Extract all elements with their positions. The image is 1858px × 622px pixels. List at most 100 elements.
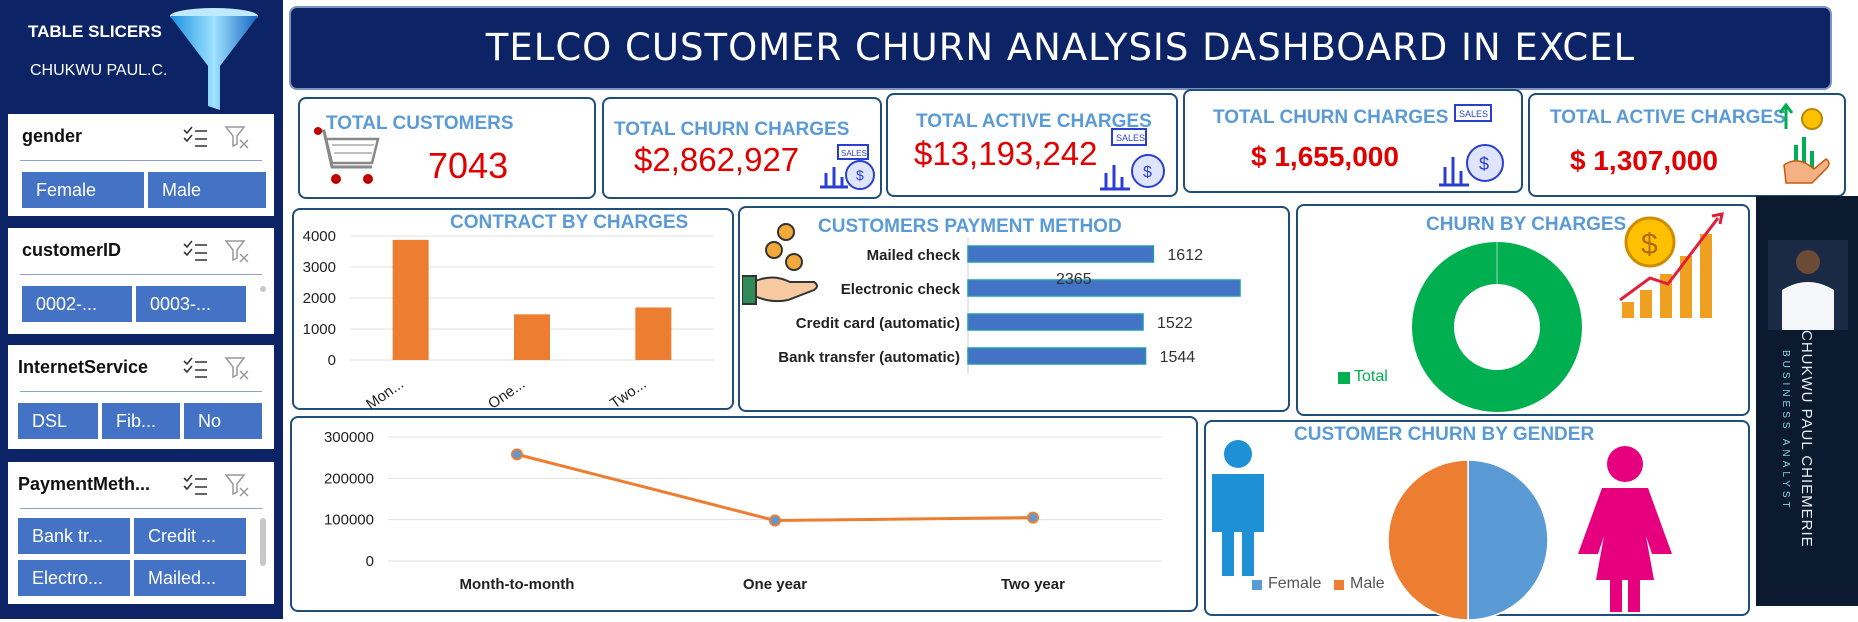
male-figure-icon [1212, 440, 1264, 576]
slicer-item[interactable]: Bank tr... [18, 518, 130, 554]
legend-swatch [1334, 580, 1344, 590]
data-point[interactable] [1027, 511, 1039, 524]
pie-slice-female[interactable] [1467, 459, 1549, 621]
data-label: 1522 [1157, 315, 1193, 332]
svg-text:$: $ [856, 167, 864, 183]
x-tick-label: One... [485, 375, 528, 410]
funnel-icon [170, 8, 258, 110]
slicer-item[interactable]: Female [22, 172, 144, 208]
x-tick-label: Two year [1001, 576, 1065, 593]
legend-swatch [1338, 372, 1350, 384]
slicer-customerid: customerID 0002-... 0003-... [6, 226, 276, 336]
multi-select-icon[interactable] [182, 357, 208, 379]
kpi-label: TOTAL CUSTOMERS [326, 113, 514, 134]
scrollbar[interactable] [260, 286, 266, 292]
gender-pie-chart [1387, 459, 1549, 621]
svg-text:SALES: SALES [841, 149, 867, 158]
slicer-item[interactable]: Credit ... [134, 518, 246, 554]
x-tick-label: Two... [607, 375, 650, 410]
sales-icon: SALES $ [1100, 128, 1165, 191]
bar[interactable] [392, 239, 429, 360]
bar[interactable] [967, 279, 1241, 297]
coin-growth-icon [1778, 102, 1830, 184]
legend-label: Male [1350, 575, 1385, 592]
scrollbar[interactable] [260, 518, 266, 566]
slicer-title: gender [22, 126, 83, 146]
y-tick-label: 300000 [324, 429, 374, 446]
kpi-label: TOTAL CHURN CHARGES [614, 119, 850, 140]
bar[interactable] [514, 314, 550, 360]
svg-text:$: $ [1143, 164, 1152, 181]
sidebar-title: TABLE SLICERS [28, 22, 162, 41]
kpi-value: $ 1,655,000 [1251, 141, 1399, 172]
slicer-item[interactable]: Mailed... [134, 560, 246, 596]
multi-select-icon[interactable] [182, 240, 208, 262]
growth-chart-icon: $ [1619, 212, 1724, 318]
data-label: 2365 [1056, 271, 1092, 288]
chart-title: CUSTOMER CHURN BY GENDER [1294, 424, 1595, 445]
sales-icon: SALES $ [820, 144, 875, 190]
kpi-value: 7043 [428, 145, 509, 186]
kpi-value: $2,862,927 [634, 141, 800, 178]
sales-icon: SALES $ [1439, 104, 1504, 187]
page-title: TELCO CUSTOMER CHURN ANALYSIS DASHBOARD … [485, 26, 1636, 69]
x-tick-label: Month-to-month [460, 576, 575, 593]
bar[interactable] [967, 347, 1147, 365]
slicer-item[interactable]: DSL [18, 403, 98, 439]
y-tick-label: 2000 [303, 290, 336, 307]
kpi-value: $13,193,242 [914, 135, 1098, 172]
panel-churn-by-charges: CHURN BY CHARGES Total $ [1296, 204, 1750, 416]
clear-filter-icon[interactable] [224, 355, 250, 381]
payment-bar-chart: Mailed check 1612 Electronic check 2365 Cred… [778, 238, 1241, 374]
slicer-paymentmethod: PaymentMeth... Bank tr... Credit ... Ele… [6, 460, 276, 606]
slicer-item[interactable]: Fib... [102, 403, 180, 439]
bar[interactable] [967, 245, 1155, 263]
category-label: Bank transfer (automatic) [778, 349, 960, 366]
y-tick-label: 0 [328, 352, 336, 369]
profile-role: BUSINESS ANALYST [1780, 350, 1791, 512]
slicer-item[interactable]: Male [148, 172, 266, 208]
clear-filter-icon[interactable] [224, 472, 250, 498]
slicer-item[interactable]: 0003-... [136, 286, 246, 322]
y-tick-label: 0 [366, 553, 374, 570]
y-tick-label: 100000 [324, 512, 374, 529]
data-label: 1544 [1160, 349, 1196, 366]
dashboard-header: TELCO CUSTOMER CHURN ANALYSIS DASHBOARD … [289, 6, 1832, 90]
female-figure-icon [1578, 446, 1672, 612]
data-label: 1612 [1167, 247, 1203, 264]
churn-donut-chart [1412, 242, 1582, 412]
slicer-item[interactable]: 0002-... [22, 286, 132, 322]
sidebar-author: CHUKWU PAUL.C. [30, 62, 168, 79]
data-point[interactable] [511, 448, 523, 461]
panel-churn-by-gender: CUSTOMER CHURN BY GENDER Female Male [1204, 420, 1750, 621]
y-tick-label: 3000 [303, 259, 336, 276]
svg-text:$: $ [1641, 228, 1658, 261]
slicer-title: PaymentMeth... [18, 474, 151, 494]
category-label: Electronic check [841, 281, 961, 298]
multi-select-icon[interactable] [182, 474, 208, 496]
multi-select-icon[interactable] [182, 126, 208, 148]
clear-filter-icon[interactable] [224, 238, 250, 264]
kpi-total-active-charges: TOTAL ACTIVE CHARGES $13,193,242 SALES $ [886, 93, 1178, 197]
slicer-divider [20, 160, 262, 161]
clear-filter-icon[interactable] [224, 124, 250, 150]
slicer-divider [20, 508, 262, 509]
slicer-item[interactable]: Electro... [18, 560, 130, 596]
slicer-gender: gender Female Male [6, 112, 276, 218]
x-tick-label: Mon... [363, 375, 407, 410]
chart-title: CHURN BY CHARGES [1426, 214, 1627, 235]
panel-payment-method: CUSTOMERS PAYMENT METHOD Mailed check 161… [738, 206, 1290, 412]
bar[interactable] [635, 307, 672, 360]
slicer-internetservice: InternetService DSL Fib... No [6, 343, 276, 451]
data-point[interactable] [769, 514, 781, 527]
svg-text:$: $ [1479, 154, 1489, 174]
panel-contract-by-charges: CONTRACT BY CHARGES 4000 3000 2000 1000 0 Mon… [292, 208, 734, 410]
contract-line-chart: 300000 200000 100000 0 Month-to-month One yea… [324, 429, 1162, 593]
bar[interactable] [967, 313, 1144, 331]
category-label: Mailed check [867, 247, 961, 264]
series-line [516, 452, 1034, 522]
slicer-item[interactable]: No [184, 403, 262, 439]
slicer-title: InternetService [18, 357, 149, 377]
profile-photo [1768, 240, 1848, 330]
pie-slice-male[interactable] [1387, 459, 1469, 621]
